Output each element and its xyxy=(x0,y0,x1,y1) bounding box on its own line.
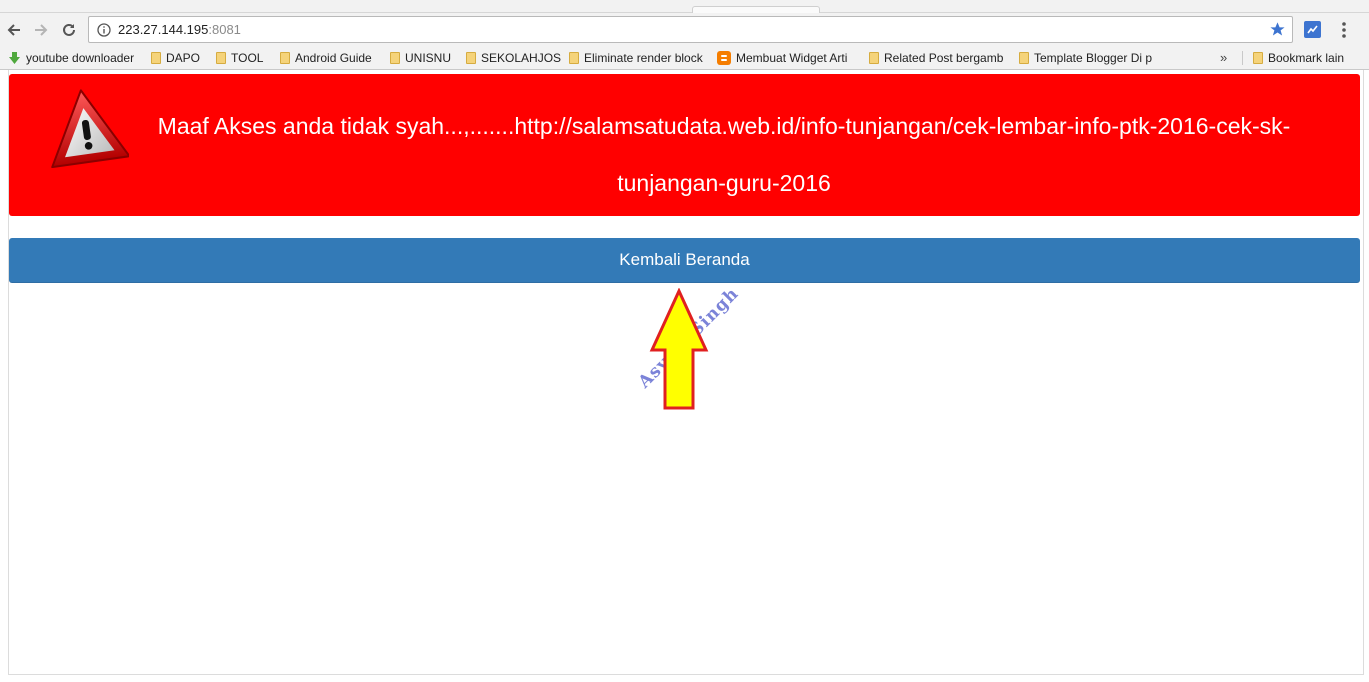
other-bookmarks-label: Bookmark lain xyxy=(1268,51,1345,65)
extension-icon xyxy=(1307,25,1318,34)
forward-button[interactable] xyxy=(30,19,52,41)
bookmark-item[interactable]: SEKOLAHJOS xyxy=(466,47,562,69)
bookmark-item[interactable]: Android Guide xyxy=(280,47,384,69)
access-denied-alert: Maaf Akses anda tidak syah...,.......htt… xyxy=(9,74,1360,216)
info-icon[interactable] xyxy=(97,23,111,37)
bookmark-label: Template Blogger Di p xyxy=(1034,51,1153,65)
bookmark-item[interactable]: Related Post bergamb xyxy=(869,47,1007,69)
back-arrow-icon xyxy=(7,24,20,36)
kebab-menu-icon xyxy=(1342,22,1346,38)
folder-icon xyxy=(280,52,290,64)
url-port: :8081 xyxy=(208,22,241,37)
tab-strip xyxy=(0,0,1369,13)
bookmark-item[interactable]: UNISNU xyxy=(390,47,460,69)
address-bar[interactable]: 223.27.144.195:8081 xyxy=(88,16,1293,43)
blogger-icon xyxy=(717,51,731,65)
back-to-home-button[interactable]: Kembali Beranda xyxy=(9,238,1360,283)
bookmark-item[interactable]: DAPO xyxy=(151,47,211,69)
bookmark-label: Related Post bergamb xyxy=(884,51,1004,65)
bookmark-label: DAPO xyxy=(166,51,201,65)
back-button[interactable] xyxy=(3,19,25,41)
bookmark-label: Eliminate render block xyxy=(584,51,703,65)
bookmark-star-icon[interactable] xyxy=(1269,21,1286,38)
url-host: 223.27.144.195 xyxy=(118,22,209,37)
folder-icon xyxy=(569,52,579,64)
bookmarks-bar: youtube downloader DAPO TOOL Android Gui… xyxy=(0,47,1369,70)
alert-message: Maaf Akses anda tidak syah...,.......htt… xyxy=(157,113,1291,196)
bookmark-label: Membuat Widget Arti xyxy=(736,51,848,65)
bookmarks-overflow-button[interactable]: » xyxy=(1220,50,1227,65)
folder-icon xyxy=(216,52,226,64)
browser-toolbar: 223.27.144.195:8081 xyxy=(0,13,1369,47)
bookmark-label: UNISNU xyxy=(405,51,452,65)
bookmark-label: youtube downloader xyxy=(26,51,135,65)
bookmark-item[interactable]: Membuat Widget Arti xyxy=(717,47,854,69)
download-arrow-icon xyxy=(9,52,20,64)
bookmark-item[interactable]: youtube downloader xyxy=(8,47,142,69)
folder-icon xyxy=(1253,52,1263,64)
browser-tab[interactable] xyxy=(692,6,820,13)
folder-icon xyxy=(1019,52,1029,64)
up-arrow-icon xyxy=(649,288,709,410)
bookmark-label: Android Guide xyxy=(295,51,372,65)
folder-icon xyxy=(466,52,476,64)
reload-icon xyxy=(63,23,75,36)
bookmarks-separator xyxy=(1242,51,1243,65)
bookmark-item[interactable]: TOOL xyxy=(216,47,276,69)
bookmark-item[interactable]: Template Blogger Di p xyxy=(1019,47,1157,69)
bookmark-item[interactable]: Eliminate render block xyxy=(569,47,705,69)
url-text: 223.27.144.195:8081 xyxy=(118,22,241,37)
folder-icon xyxy=(869,52,879,64)
browser-menu-button[interactable] xyxy=(1337,21,1351,44)
folder-icon xyxy=(390,52,400,64)
reload-button[interactable] xyxy=(58,19,80,41)
extension-button[interactable] xyxy=(1304,21,1321,38)
bookmark-label: TOOL xyxy=(231,51,264,65)
folder-icon xyxy=(151,52,161,64)
other-bookmarks-button[interactable]: Bookmark lain xyxy=(1253,47,1363,69)
forward-arrow-icon xyxy=(35,24,48,36)
bookmark-label: SEKOLAHJOS xyxy=(481,51,562,65)
